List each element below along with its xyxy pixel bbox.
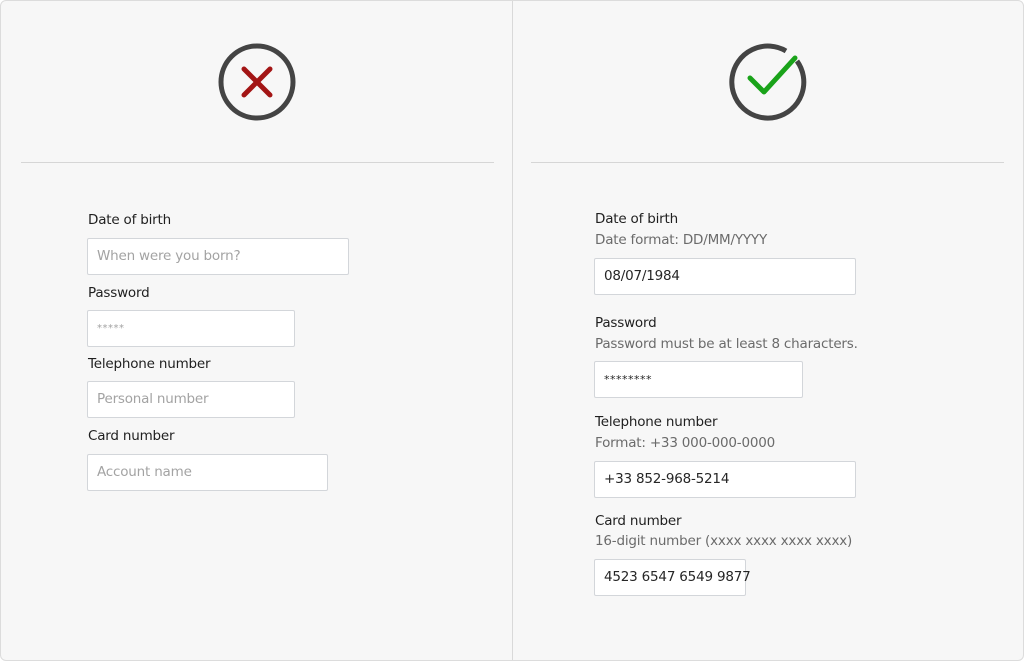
password-label: Password bbox=[595, 315, 657, 331]
password-label: Password bbox=[88, 285, 150, 301]
password-hint: Password must be at least 8 characters. bbox=[595, 336, 858, 352]
comparison-card: Date of birth When were you born? Passwo… bbox=[0, 0, 1024, 661]
telephone-label: Telephone number bbox=[88, 356, 211, 372]
telephone-input[interactable]: +33 852-968-5214 bbox=[594, 461, 856, 498]
card-number-input[interactable]: 4523 6547 6549 9877 bbox=[594, 559, 751, 596]
x-circle-icon bbox=[218, 43, 296, 121]
password-input[interactable]: ******** bbox=[594, 361, 803, 398]
right-divider bbox=[531, 162, 1004, 163]
password-input[interactable]: ***** bbox=[87, 310, 295, 347]
check-circle-icon bbox=[729, 43, 807, 121]
date-of-birth-hint: Date format: DD/MM/YYYY bbox=[595, 232, 768, 248]
date-of-birth-label: Date of birth bbox=[595, 211, 678, 227]
card-number-label: Card number bbox=[88, 428, 175, 444]
telephone-input[interactable]: Personal number bbox=[87, 381, 295, 418]
left-divider bbox=[21, 162, 494, 163]
card-number-hint: 16-digit number (xxxx xxxx xxxx xxxx) bbox=[595, 533, 853, 549]
center-divider bbox=[512, 1, 513, 660]
telephone-label: Telephone number bbox=[595, 414, 718, 430]
date-of-birth-input[interactable]: 08/07/1984 bbox=[594, 258, 856, 295]
card-number-label: Card number bbox=[595, 513, 682, 529]
date-of-birth-input[interactable]: When were you born? bbox=[87, 238, 349, 275]
telephone-hint: Format: +33 000-000-0000 bbox=[595, 435, 776, 451]
date-of-birth-label: Date of birth bbox=[88, 212, 171, 228]
card-number-input[interactable]: Account name bbox=[87, 454, 328, 491]
